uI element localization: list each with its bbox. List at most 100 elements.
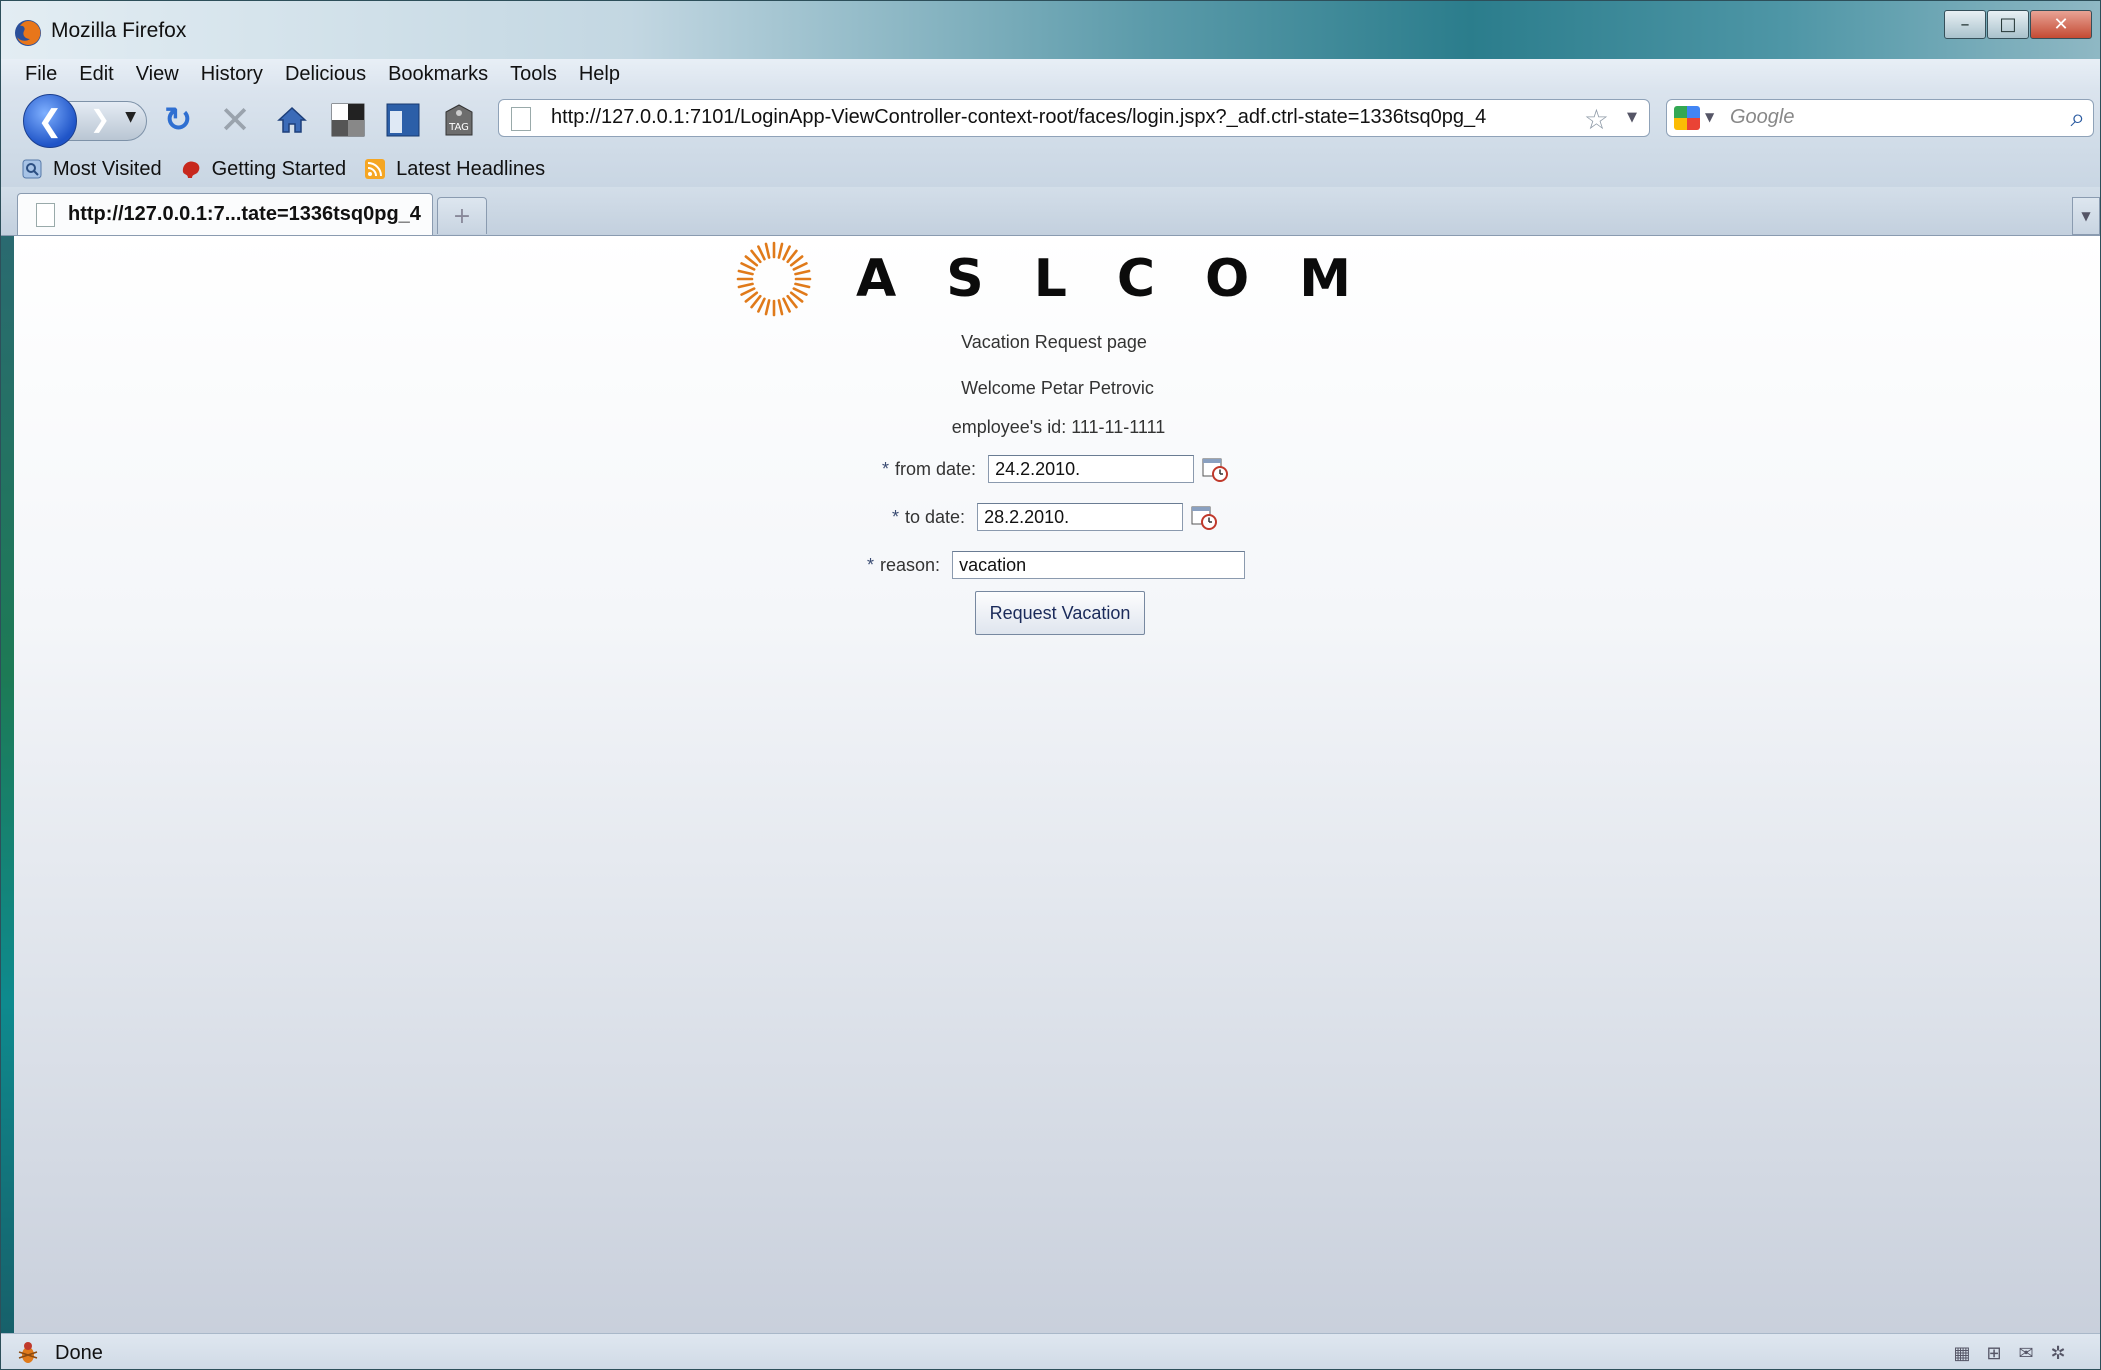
tag-label: TAG [448, 122, 469, 133]
reason-input[interactable] [952, 551, 1246, 579]
to-date-input[interactable] [977, 503, 1184, 531]
browser-window: Mozilla Firefox – □ ✕ File Edit View His… [0, 0, 2101, 1370]
sun-ray [786, 294, 798, 309]
bookmark-label: Latest Headlines [396, 157, 546, 180]
firebug-icon[interactable]: ✲ [2046, 1341, 2070, 1365]
delicious-status-icon[interactable]: ▦ [1950, 1341, 1974, 1365]
forward-arrow-icon: ❯ [90, 105, 111, 133]
employee-id-text: employee's id: 111-11-1111 [951, 417, 1166, 437]
home-icon[interactable] [273, 101, 311, 139]
menu-bookmarks[interactable]: Bookmarks [388, 63, 488, 86]
sun-ray [786, 249, 798, 264]
history-dropdown-icon[interactable]: ▼ [125, 109, 136, 125]
sun-ray [757, 297, 766, 313]
bookmark-most-visited[interactable]: Most Visited [21, 158, 162, 181]
new-tab-button[interactable]: + [437, 197, 487, 234]
delicious-icon[interactable] [329, 101, 367, 139]
reason-row: * reason: [867, 551, 1246, 579]
from-date-row: * from date: [882, 455, 1229, 483]
sun-ray [777, 242, 784, 259]
required-marker: * [882, 458, 890, 479]
list-all-tabs-button[interactable]: ▼ [2072, 197, 2100, 235]
status-text: Done [55, 1342, 103, 1364]
tag-icon[interactable]: TAG [440, 101, 478, 139]
back-arrow-icon: ❮ [37, 103, 63, 139]
from-date-input[interactable] [988, 455, 1195, 483]
bookmark-label: Most Visited [53, 157, 162, 180]
grid-status-icon[interactable]: ⊞ [1982, 1341, 2006, 1365]
search-bar[interactable]: ▼ Google ⌕ [1666, 99, 2094, 137]
navigation-toolbar: ❯ ▼ ❮ ↻ ✕ TAG http://127.0.0.1:7101/Logi… [1, 89, 2100, 151]
tab-strip: http://127.0.0.1:7...tate=1336tsq0pg_4 +… [1, 187, 2100, 236]
brand-name: ASLCOM [856, 249, 1401, 309]
sun-ray [737, 282, 754, 289]
firefox-logo-icon [15, 20, 41, 46]
address-bar[interactable]: http://127.0.0.1:7101/LoginApp-ViewContr… [498, 99, 1650, 137]
menu-help[interactable]: Help [579, 63, 620, 86]
sun-ray [740, 262, 756, 271]
bookmark-star-icon[interactable]: ☆ [1584, 103, 1609, 136]
menu-edit[interactable]: Edit [79, 63, 113, 86]
window-controls: – □ ✕ [1943, 10, 2092, 39]
sun-ray [794, 269, 811, 276]
to-date-label: to date: [905, 506, 966, 527]
sun-ray [782, 297, 791, 313]
sun-ray [764, 299, 771, 316]
sun-ray [782, 245, 791, 261]
sun-ray [744, 255, 759, 267]
sun-ray [740, 287, 756, 296]
reload-icon[interactable]: ↻ [159, 100, 197, 140]
calendar-icon[interactable] [1190, 503, 1218, 531]
rss-feed-icon [364, 158, 386, 180]
menu-bar: File Edit View History Delicious Bookmar… [1, 59, 2100, 89]
title-bar: Mozilla Firefox – □ ✕ [1, 1, 2100, 59]
sun-ray [794, 282, 811, 289]
getting-started-icon [180, 158, 202, 180]
back-button[interactable]: ❮ [23, 94, 77, 148]
menu-history[interactable]: History [201, 63, 263, 86]
menu-delicious[interactable]: Delicious [285, 63, 366, 86]
sun-ray [764, 242, 771, 259]
sidebar-toggle-icon[interactable] [384, 101, 422, 139]
sun-ray [750, 294, 762, 309]
welcome-text: Welcome Petar Petrovic [961, 378, 1154, 398]
menu-file[interactable]: File [25, 63, 57, 86]
required-marker: * [867, 554, 875, 575]
google-engine-icon[interactable] [1674, 106, 1700, 130]
from-date-label: from date: [895, 458, 977, 479]
sun-ray [792, 287, 808, 296]
search-input[interactable]: Google [1730, 106, 1795, 129]
status-icons: ▦ ⊞ ✉ ✲ [1942, 1341, 2070, 1365]
url-text[interactable]: http://127.0.0.1:7101/LoginApp-ViewContr… [551, 106, 1486, 129]
request-vacation-button[interactable]: Request Vacation [975, 591, 1145, 635]
plus-icon: + [452, 203, 472, 229]
close-button[interactable]: ✕ [2030, 10, 2092, 39]
sun-logo-icon [736, 241, 812, 317]
page-icon [511, 107, 531, 131]
tab-active[interactable]: http://127.0.0.1:7...tate=1336tsq0pg_4 [17, 193, 433, 235]
search-icon[interactable]: ⌕ [2070, 103, 2085, 134]
sun-ray [744, 291, 759, 303]
bookmark-latest-headlines[interactable]: Latest Headlines [364, 158, 545, 181]
calendar-icon[interactable] [1201, 455, 1229, 483]
sun-ray [757, 245, 766, 261]
mail-icon[interactable]: ✉ [2014, 1341, 2038, 1365]
page-content: ASLCOM Vacation Request page Welcome Pet… [14, 236, 2100, 1333]
minimize-button[interactable]: – [1944, 10, 1986, 39]
bookmark-getting-started[interactable]: Getting Started [180, 158, 346, 181]
window-title: Mozilla Firefox [51, 19, 187, 42]
desktop-edge [1, 236, 14, 1333]
menu-view[interactable]: View [136, 63, 179, 86]
aslcom-logo: ASLCOM [726, 239, 1486, 319]
bookmarks-toolbar: Most Visited Getting Started Latest Head… [1, 151, 2100, 187]
maximize-button[interactable]: □ [1987, 10, 2029, 39]
url-dropdown-icon[interactable]: ▼ [1627, 110, 1637, 125]
forward-button[interactable]: ❯ ▼ [67, 101, 147, 141]
sun-ray [750, 249, 762, 264]
engine-dropdown-icon[interactable]: ▼ [1705, 110, 1714, 124]
sun-ray [789, 291, 804, 303]
stop-icon[interactable]: ✕ [216, 98, 254, 142]
menu-tools[interactable]: Tools [510, 63, 557, 86]
status-bug-icon [18, 1342, 38, 1363]
page-title: Vacation Request page [961, 332, 1147, 352]
